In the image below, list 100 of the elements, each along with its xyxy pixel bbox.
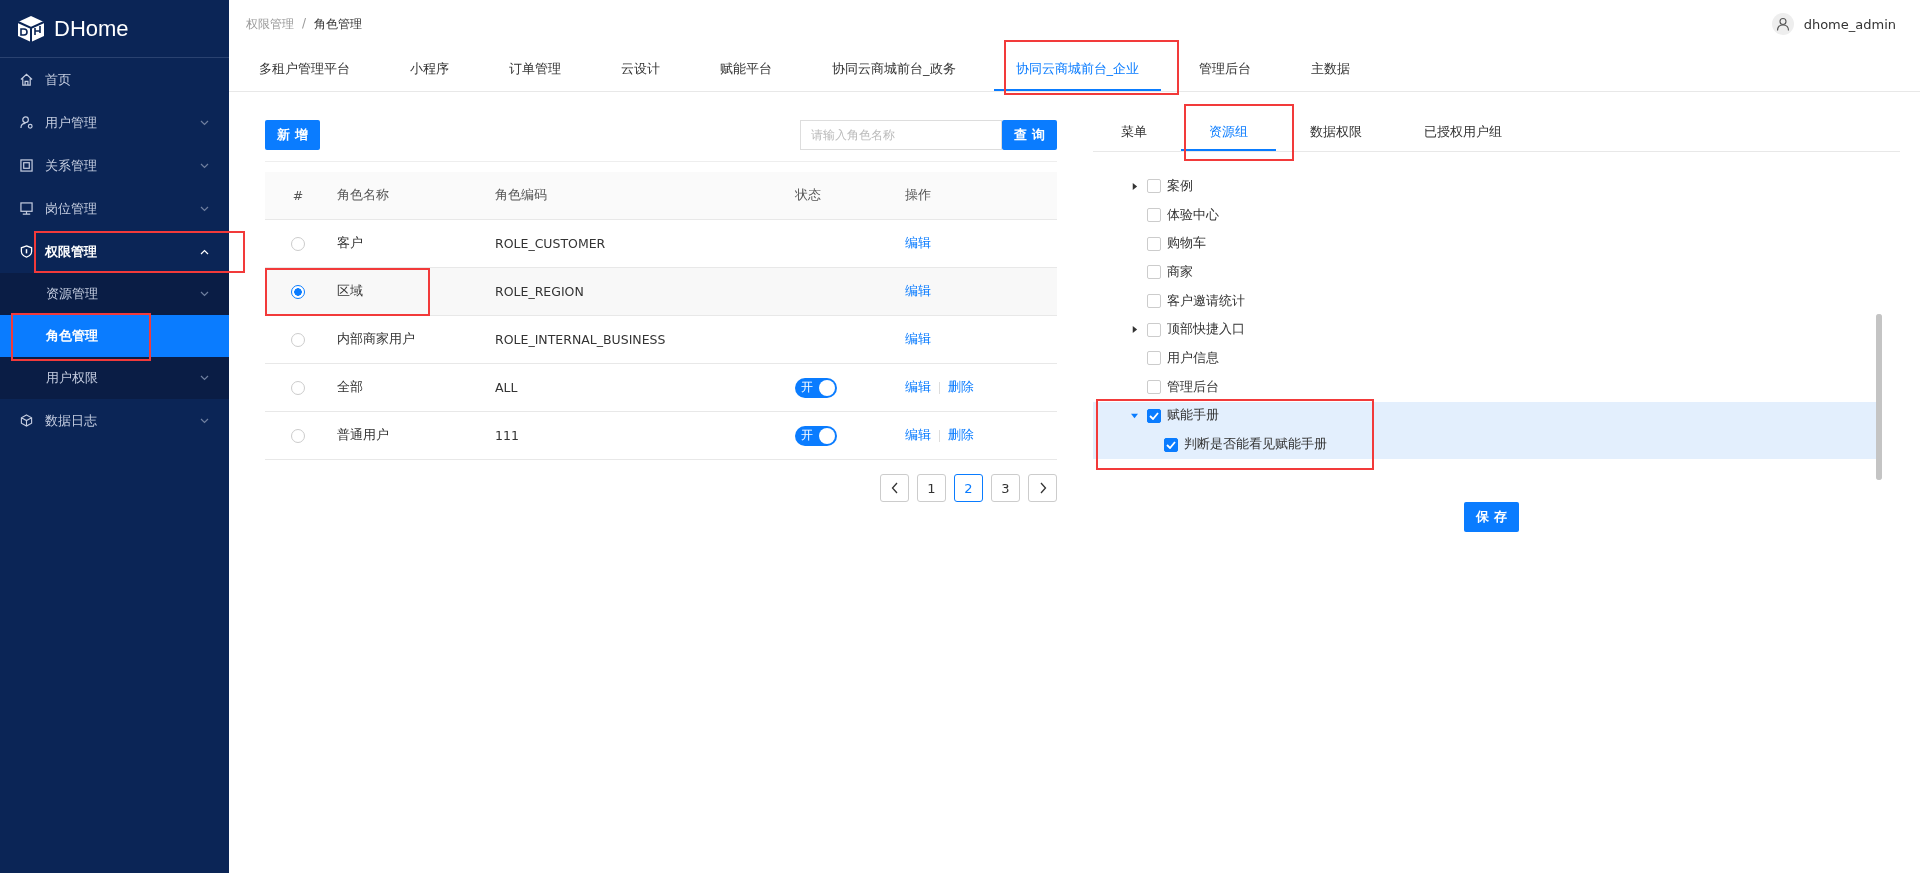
table-cell: 111	[495, 428, 519, 443]
shield-icon	[20, 245, 33, 258]
checkbox[interactable]	[1164, 437, 1178, 452]
tree-node[interactable]: 客户邀请统计	[1093, 286, 1876, 316]
expand-arrow-icon[interactable]	[1131, 326, 1138, 334]
tab[interactable]: 协同云商城前台_政务	[810, 48, 978, 91]
checkbox[interactable]	[1147, 179, 1161, 194]
tab[interactable]: 主数据	[1289, 48, 1372, 91]
sidebar-menu-item[interactable]: 首页	[0, 58, 229, 101]
checkbox[interactable]	[1147, 322, 1161, 337]
toggle-switch[interactable]: 开	[795, 377, 837, 398]
tab[interactable]: 菜单	[1093, 114, 1175, 151]
tree-node[interactable]: 顶部快捷入口	[1093, 315, 1876, 345]
page-button[interactable]: 1	[917, 474, 946, 502]
sidebar-menu-item[interactable]: 权限管理	[0, 230, 229, 273]
sidebar-submenu-item[interactable]: 角色管理	[0, 315, 229, 357]
chevron-down-icon	[200, 375, 209, 381]
checkbox[interactable]	[1147, 351, 1161, 366]
tab[interactable]: 小程序	[388, 48, 471, 91]
checkbox[interactable]	[1147, 294, 1161, 309]
tree-node-label[interactable]: 顶部快捷入口	[1167, 321, 1245, 339]
table-row[interactable]: 普通用户 111 开 编辑 删除	[265, 412, 1057, 460]
tree-node[interactable]: 管理后台	[1093, 372, 1876, 402]
action-link[interactable]: 删除	[948, 379, 974, 396]
tree-node-label[interactable]: 用户信息	[1167, 349, 1219, 367]
table-cell: 全部	[337, 379, 363, 396]
next-page-button[interactable]	[1028, 474, 1057, 502]
sidebar-menu-item[interactable]: 岗位管理	[0, 187, 229, 230]
tree-node-label[interactable]: 商家	[1167, 263, 1193, 281]
avatar-icon[interactable]	[1771, 13, 1794, 35]
expand-arrow-icon[interactable]	[1131, 182, 1138, 190]
tree-node[interactable]: 商家	[1093, 258, 1876, 287]
action-link[interactable]: 删除	[948, 427, 974, 444]
action-link[interactable]: 编辑	[905, 331, 931, 348]
checkbox[interactable]	[1147, 380, 1161, 395]
tree-node[interactable]: 赋能手册	[1093, 401, 1876, 431]
tab[interactable]: 资源组	[1181, 114, 1276, 151]
checkbox[interactable]	[1147, 265, 1161, 280]
table-cell: 客户	[337, 235, 363, 252]
tab[interactable]: 订单管理	[487, 48, 583, 91]
home-icon	[20, 73, 33, 86]
action-link[interactable]: 编辑	[905, 427, 931, 444]
tree-node-label[interactable]: 判断是否能看见赋能手册	[1184, 436, 1327, 454]
chevron-down-icon	[200, 162, 209, 169]
tab[interactable]: 多租户管理平台	[237, 48, 372, 91]
tree-node[interactable]: 用户信息	[1093, 344, 1876, 373]
radio-button[interactable]	[291, 236, 305, 251]
table-row[interactable]: 内部商家用户 ROLE_INTERNAL_BUSINESS 编辑	[265, 316, 1057, 364]
sidebar-menu-item[interactable]: 数据日志	[0, 399, 229, 442]
username[interactable]: dhome_admin	[1803, 16, 1896, 32]
sidebar-menu-item[interactable]: 关系管理	[0, 144, 229, 187]
tree-node-label[interactable]: 管理后台	[1167, 378, 1219, 396]
tab[interactable]: 数据权限	[1282, 114, 1390, 151]
table-row[interactable]: 区域 ROLE_REGION 编辑	[265, 268, 1057, 316]
table-cell: ROLE_CUSTOMER	[495, 236, 606, 251]
radio-button[interactable]	[291, 380, 305, 395]
chevron-down-icon	[200, 417, 209, 424]
tree-node[interactable]: 案例	[1093, 172, 1876, 201]
tree-node-label[interactable]: 客户邀请统计	[1167, 292, 1245, 310]
radio-button[interactable]	[291, 332, 305, 347]
page-button[interactable]: 2	[954, 474, 983, 502]
tab[interactable]: 协同云商城前台_企业	[993, 48, 1161, 91]
chevron-down-icon	[200, 205, 209, 212]
tree-node[interactable]: 判断是否能看见赋能手册	[1093, 430, 1876, 459]
framed-square-icon	[20, 159, 33, 172]
search-field[interactable]: 请输入角色名称	[800, 120, 1003, 150]
tab[interactable]: 赋能平台	[698, 48, 794, 91]
checkbox[interactable]	[1147, 408, 1161, 423]
search-button[interactable]: 查 询	[1002, 120, 1057, 150]
chevron-left-icon	[890, 482, 899, 494]
tree-node-label[interactable]: 购物车	[1167, 235, 1206, 253]
tree-node[interactable]: 体验中心	[1093, 200, 1876, 230]
action-link[interactable]: 编辑	[905, 235, 931, 252]
sidebar-submenu-item[interactable]: 资源管理	[0, 273, 229, 315]
action-link[interactable]: 编辑	[905, 283, 931, 300]
previous-page-button[interactable]	[880, 474, 909, 502]
tree-node-label[interactable]: 赋能手册	[1167, 407, 1219, 425]
page-button[interactable]: 3	[991, 474, 1020, 502]
table-cell: ALL	[495, 380, 518, 395]
action-link[interactable]: 编辑	[905, 379, 931, 396]
tab[interactable]: 已授权用户组	[1396, 114, 1530, 151]
tree-node[interactable]: 购物车	[1093, 229, 1876, 259]
chevron-up-icon	[200, 248, 209, 255]
table-row[interactable]: 全部 ALL 开 编辑 删除	[265, 364, 1057, 412]
table-cell: ROLE_INTERNAL_BUSINESS	[495, 332, 666, 347]
toggle-switch[interactable]: 开	[795, 425, 837, 446]
checkbox[interactable]	[1147, 208, 1161, 223]
tree-node-label[interactable]: 案例	[1167, 177, 1193, 195]
chevron-right-icon	[1038, 482, 1047, 494]
scrollbar[interactable]	[1876, 314, 1882, 480]
tab[interactable]: 管理后台	[1177, 48, 1273, 91]
add-button[interactable]: 新 增	[265, 120, 320, 150]
save-button[interactable]: 保 存	[1464, 502, 1519, 532]
sidebar-menu-item[interactable]: 用户管理	[0, 101, 229, 144]
tab[interactable]: 云设计	[599, 48, 682, 91]
checkbox[interactable]	[1147, 236, 1161, 251]
tree-node-label[interactable]: 体验中心	[1167, 206, 1219, 224]
radio-button[interactable]	[291, 284, 305, 299]
radio-button[interactable]	[291, 428, 305, 443]
sidebar-submenu-item[interactable]: 用户权限	[0, 357, 229, 399]
